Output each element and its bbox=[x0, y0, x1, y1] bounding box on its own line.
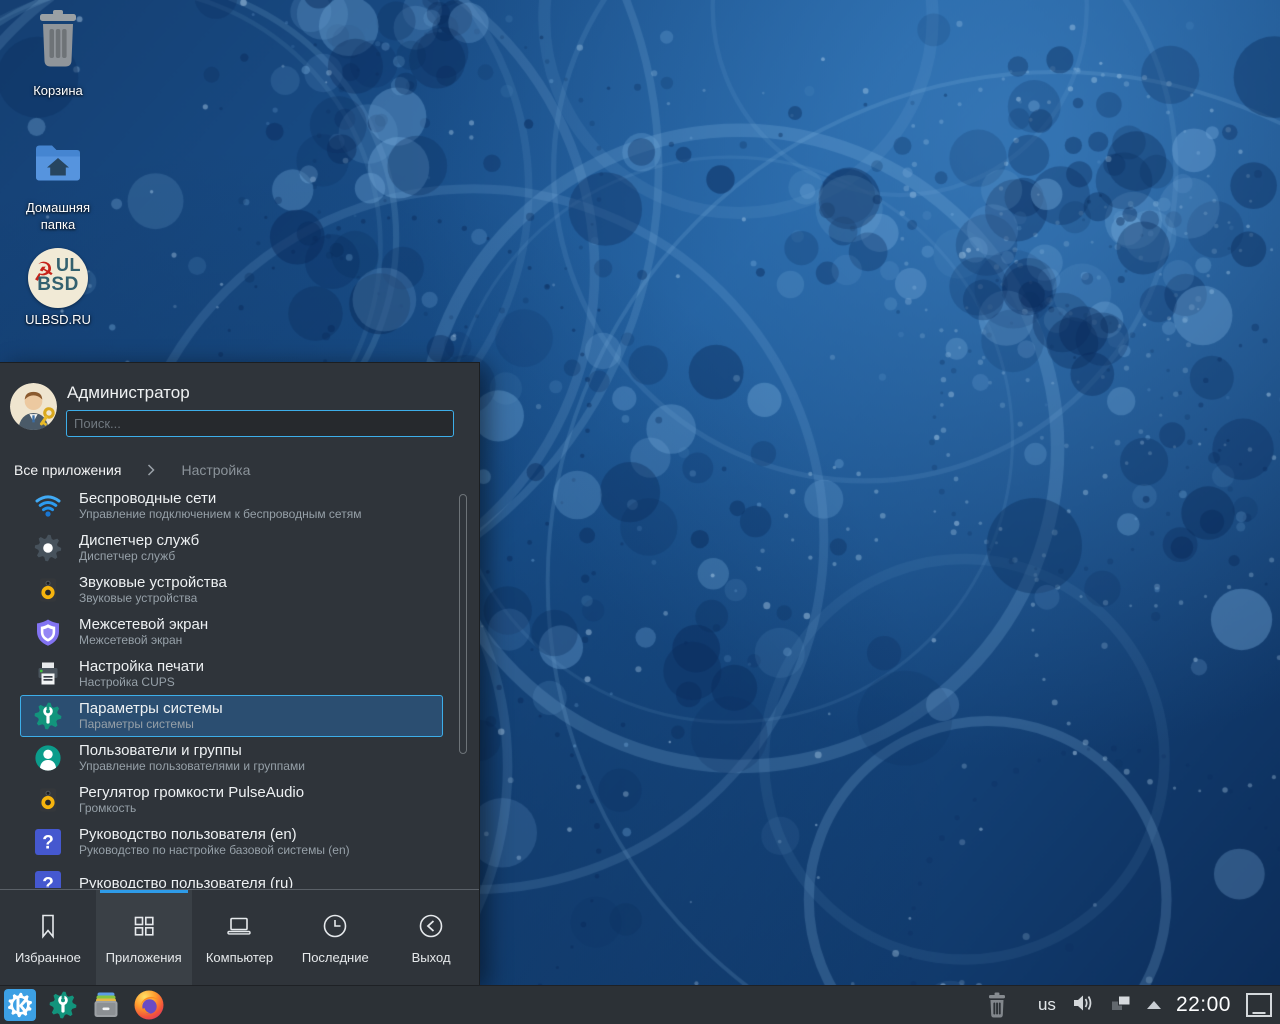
ulbsd-logo-icon: ☭ UL BSD bbox=[28, 248, 88, 308]
app-item[interactable]: Настройка печати Настройка CUPS bbox=[20, 653, 443, 695]
desktop-icon-ulbsd[interactable]: ☭ UL BSD ULBSD.RU bbox=[0, 248, 116, 329]
tab-label: Компьютер bbox=[206, 950, 273, 965]
breadcrumb: Все приложения Настройка bbox=[14, 462, 465, 478]
tab-clock-history[interactable]: Последние bbox=[287, 890, 383, 985]
leave-icon bbox=[416, 911, 446, 941]
help-icon: ? bbox=[33, 827, 63, 857]
app-item[interactable]: Диспетчер служб Диспетчер служб bbox=[20, 527, 443, 569]
firefox-button[interactable] bbox=[133, 989, 165, 1021]
svg-text:?: ? bbox=[42, 833, 54, 854]
app-item-title: Диспетчер служб bbox=[79, 532, 199, 549]
app-item[interactable]: Параметры системы Параметры системы bbox=[20, 695, 443, 737]
taskbar-launchers bbox=[4, 989, 165, 1021]
trash-icon[interactable] bbox=[981, 989, 1013, 1021]
expand-tray-icon[interactable] bbox=[1147, 1001, 1161, 1009]
app-item-subtitle: Управление пользователями и группами bbox=[79, 759, 305, 774]
app-item-subtitle: Межсетевой экран bbox=[79, 633, 208, 648]
speaker-icon bbox=[33, 575, 63, 605]
app-item-subtitle: Громкость bbox=[79, 801, 304, 816]
app-item-subtitle: Управление подключением к беспроводным с… bbox=[79, 507, 361, 522]
app-item[interactable]: Звуковые устройства Звуковые устройства bbox=[20, 569, 443, 611]
desktop-icon-label: Корзина bbox=[33, 83, 83, 100]
application-launcher-menu: Администратор Все приложения Настройка Б… bbox=[0, 362, 480, 985]
volume-icon[interactable] bbox=[1071, 992, 1095, 1019]
help-icon: ? bbox=[33, 869, 63, 888]
svg-text:?: ? bbox=[42, 875, 54, 889]
search-input[interactable] bbox=[66, 410, 454, 437]
chevron-right-icon bbox=[147, 464, 155, 476]
users-icon bbox=[33, 743, 63, 773]
app-item-subtitle: Настройка CUPS bbox=[79, 675, 204, 690]
app-item[interactable]: ? Руководство пользователя (ru) bbox=[20, 863, 443, 888]
tab-label: Последние bbox=[302, 950, 369, 965]
app-item[interactable]: ? Руководство пользователя (en) Руководс… bbox=[20, 821, 443, 863]
app-item-title: Регулятор громкости PulseAudio bbox=[79, 784, 304, 801]
tab-leave[interactable]: Выход bbox=[383, 890, 479, 985]
services-gear-icon bbox=[33, 533, 63, 563]
clock[interactable]: 22:00 bbox=[1176, 993, 1231, 1017]
computer-icon bbox=[224, 911, 254, 941]
app-item-subtitle: Параметры системы bbox=[79, 717, 223, 732]
app-item-subtitle: Звуковые устройства bbox=[79, 591, 227, 606]
app-item-subtitle: Диспетчер служб bbox=[79, 549, 199, 564]
desktop-icon-label: ULBSD.RU bbox=[25, 312, 91, 329]
breadcrumb-current: Настройка bbox=[181, 462, 250, 478]
trash-icon bbox=[27, 8, 89, 79]
tab-label: Выход bbox=[412, 950, 451, 965]
launcher-tabs: Избранное Приложения Компьютер Последние… bbox=[0, 889, 479, 985]
app-item-title: Настройка печати bbox=[79, 658, 204, 675]
system-settings-button[interactable] bbox=[47, 989, 79, 1021]
app-item[interactable]: Беспроводные сети Управление подключение… bbox=[20, 485, 443, 527]
breadcrumb-root[interactable]: Все приложения bbox=[14, 462, 121, 478]
app-item-title: Пользователи и группы bbox=[79, 742, 305, 759]
tab-computer[interactable]: Компьютер bbox=[192, 890, 288, 985]
speaker-icon bbox=[33, 785, 63, 815]
taskbar: us 22:00 bbox=[0, 985, 1280, 1024]
wifi-icon bbox=[33, 491, 63, 521]
app-item-title: Руководство пользователя (en) bbox=[79, 826, 350, 843]
file-manager-button[interactable] bbox=[90, 989, 122, 1021]
tab-label: Избранное bbox=[15, 950, 81, 965]
launcher-header: Администратор bbox=[0, 363, 479, 437]
user-name: Администратор bbox=[67, 383, 454, 403]
application-launcher-button[interactable] bbox=[4, 989, 36, 1021]
desktop: Корзина Домашняя папка ☭ UL BSD ULBSD.RU bbox=[0, 0, 1280, 1024]
app-item-title: Звуковые устройства bbox=[79, 574, 227, 591]
tab-apps-grid[interactable]: Приложения bbox=[96, 890, 192, 985]
scrollbar-thumb[interactable] bbox=[459, 494, 467, 754]
tab-bookmark[interactable]: Избранное bbox=[0, 890, 96, 985]
app-item-title: Параметры системы bbox=[79, 700, 223, 717]
app-item-title: Межсетевой экран bbox=[79, 616, 208, 633]
user-avatar[interactable] bbox=[10, 383, 57, 430]
clipboard-icon[interactable] bbox=[1110, 993, 1132, 1018]
clock-history-icon bbox=[320, 911, 350, 941]
bookmark-icon bbox=[33, 911, 63, 941]
system-settings-icon bbox=[33, 701, 63, 731]
app-list: Беспроводные сети Управление подключение… bbox=[0, 485, 479, 888]
app-item[interactable]: Пользователи и группы Управление пользов… bbox=[20, 737, 443, 779]
home-folder-icon bbox=[29, 133, 87, 196]
app-item-title: Беспроводные сети bbox=[79, 490, 361, 507]
system-tray: us 22:00 bbox=[981, 989, 1272, 1021]
app-item-subtitle: Руководство по настройке базовой системы… bbox=[79, 843, 350, 858]
desktop-icon-label: Домашняя папка bbox=[8, 200, 108, 234]
app-item-title: Руководство пользователя (ru) bbox=[79, 875, 293, 888]
show-desktop-button[interactable] bbox=[1246, 993, 1272, 1017]
firewall-shield-icon bbox=[33, 617, 63, 647]
app-item[interactable]: Межсетевой экран Межсетевой экран bbox=[20, 611, 443, 653]
desktop-icon-home-folder[interactable]: Домашняя папка bbox=[0, 133, 116, 234]
tab-label: Приложения bbox=[106, 950, 182, 965]
apps-grid-icon bbox=[129, 911, 159, 941]
app-item[interactable]: Регулятор громкости PulseAudio Громкость bbox=[20, 779, 443, 821]
keyboard-layout-indicator[interactable]: us bbox=[1038, 995, 1056, 1015]
desktop-icon-trash[interactable]: Корзина bbox=[0, 8, 116, 100]
printer-icon bbox=[33, 659, 63, 689]
